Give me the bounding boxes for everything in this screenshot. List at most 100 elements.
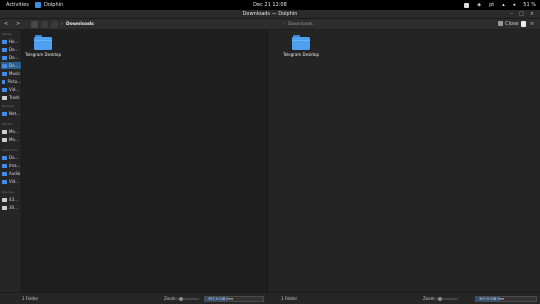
sidebar-item-device-1[interactable]: 43... bbox=[1, 196, 21, 203]
folder-icon bbox=[2, 171, 7, 176]
sidebar-item-downloads[interactable]: Do... bbox=[1, 62, 21, 69]
zoom-label: Zoom: bbox=[164, 296, 177, 301]
sidebar-item-label: Ho... bbox=[9, 39, 19, 44]
sidebar-item-device-2[interactable]: 30... bbox=[1, 204, 21, 211]
language-indicator[interactable]: pt bbox=[489, 0, 494, 10]
drive-icon bbox=[2, 197, 7, 202]
calendar-icon bbox=[2, 129, 7, 134]
file-item-telegram-desktop[interactable]: Telegram Desktop bbox=[23, 35, 63, 57]
back-button[interactable]: < bbox=[4, 21, 8, 28]
zoom-slider-handle[interactable] bbox=[438, 297, 442, 301]
clock[interactable]: Dec 21 12:08 bbox=[0, 0, 540, 10]
sidebar-item-label: Ima... bbox=[9, 163, 21, 168]
sidebar-item-search-audio[interactable]: Audio bbox=[1, 170, 21, 177]
sidebar-item-label: 30... bbox=[9, 205, 18, 210]
sidebar-item-trash[interactable]: Trash bbox=[1, 94, 21, 101]
folder-icon bbox=[2, 87, 7, 92]
system-top-bar: Activities Dolphin Dec 21 12:08 ◈ pt ▴ ◂… bbox=[0, 0, 540, 10]
free-space-text: 397,9 GiB free bbox=[208, 297, 234, 301]
free-space-indicator[interactable]: 397,9 GiB free bbox=[204, 296, 264, 302]
sidebar-item-modified-today[interactable]: Mo... bbox=[1, 128, 21, 135]
details-view-button[interactable] bbox=[51, 21, 58, 28]
icons-view-button[interactable] bbox=[31, 21, 38, 28]
file-item-telegram-desktop[interactable]: Telegram Desktop bbox=[281, 35, 321, 57]
split-icon bbox=[498, 21, 503, 26]
sidebar-item-music[interactable]: Music bbox=[1, 70, 21, 77]
zoom-slider[interactable] bbox=[177, 297, 199, 301]
folder-icon bbox=[2, 79, 6, 84]
sidebar-item-label: Vid... bbox=[9, 87, 20, 92]
sidebar-item-documents[interactable]: Do... bbox=[1, 54, 21, 61]
sidebar-header-remote: Remote bbox=[2, 104, 14, 108]
sidebar-item-modified-yesterday[interactable]: Mo... bbox=[1, 136, 21, 143]
folder-icon bbox=[2, 47, 7, 52]
sidebar-item-search-videos[interactable]: Vid... bbox=[1, 178, 21, 185]
forward-button[interactable]: > bbox=[16, 21, 20, 28]
sidebar-item-search-images[interactable]: Ima... bbox=[1, 162, 21, 169]
places-sidebar: Places Ho... De... Do... Do... Music Pic… bbox=[0, 30, 22, 292]
folder-icon bbox=[2, 179, 7, 184]
folder-icon bbox=[34, 35, 52, 50]
trash-icon bbox=[2, 95, 7, 100]
network-folder-icon bbox=[2, 111, 7, 116]
sidebar-header-search: Search For bbox=[2, 148, 18, 152]
wifi-icon[interactable]: ◈ bbox=[477, 0, 481, 10]
sidebar-item-home[interactable]: Ho... bbox=[1, 38, 21, 45]
file-name: Telegram Desktop bbox=[282, 52, 320, 57]
zoom-slider[interactable] bbox=[436, 297, 458, 301]
sidebar-item-label: Pictu... bbox=[7, 79, 21, 84]
folder-icon bbox=[2, 163, 7, 168]
sidebar-item-pictures[interactable]: Pictu... bbox=[1, 78, 21, 85]
free-space-indicator[interactable]: 397,9 GiB free bbox=[475, 296, 537, 302]
maximize-button[interactable]: □ bbox=[519, 10, 524, 19]
left-breadcrumb[interactable]: Downloads bbox=[66, 21, 94, 28]
sidebar-item-label: Do... bbox=[9, 55, 19, 60]
breadcrumb-arrow-icon: › bbox=[283, 21, 285, 27]
right-breadcrumb[interactable]: Downloads bbox=[288, 21, 313, 28]
window-title: Downloads — Dolphin bbox=[242, 11, 298, 17]
file-name: Telegram Desktop bbox=[24, 52, 62, 57]
free-space-text: 397,9 GiB free bbox=[479, 297, 505, 301]
right-file-pane[interactable]: Telegram Desktop bbox=[268, 30, 540, 292]
battery-indicator[interactable]: 51 % bbox=[523, 0, 536, 10]
sidebar-header-devices: Devices bbox=[2, 190, 14, 194]
sidebar-header-recent: Recent bbox=[2, 122, 13, 126]
system-tray: ◈ pt ▴ ◂ 51 % bbox=[464, 0, 536, 10]
sidebar-header-places: Places bbox=[2, 32, 12, 36]
folder-icon bbox=[2, 63, 7, 68]
calendar-icon bbox=[2, 137, 7, 142]
right-status-bar: 1 Folder Zoom: 397,9 GiB free bbox=[268, 292, 540, 304]
breadcrumb-arrow-icon: › bbox=[61, 21, 63, 27]
copy-icon[interactable] bbox=[521, 21, 526, 27]
minimize-button[interactable]: – bbox=[511, 10, 514, 19]
sidebar-item-label: Net... bbox=[9, 111, 20, 116]
tray-app-icon[interactable] bbox=[464, 2, 470, 8]
sidebar-item-desktop[interactable]: De... bbox=[1, 46, 21, 53]
zoom-slider-handle[interactable] bbox=[179, 297, 183, 301]
menu-icon[interactable]: ≡ bbox=[530, 21, 534, 28]
sidebar-item-label: Mo... bbox=[9, 137, 19, 142]
close-window-button[interactable]: × bbox=[530, 10, 534, 19]
sidebar-item-label: Audio bbox=[9, 171, 21, 176]
sidebar-item-label: Vid... bbox=[9, 179, 20, 184]
item-count: 1 Folder bbox=[281, 296, 298, 301]
sidebar-item-network[interactable]: Net... bbox=[1, 110, 21, 117]
left-file-pane[interactable]: Telegram Desktop bbox=[23, 30, 267, 292]
folder-icon bbox=[292, 35, 310, 50]
window-controls: – □ × bbox=[511, 10, 534, 19]
volume-icon[interactable]: ◂ bbox=[513, 0, 516, 10]
sidebar-item-videos[interactable]: Vid... bbox=[1, 86, 21, 93]
window-titlebar[interactable]: Downloads — Dolphin – □ × bbox=[0, 10, 540, 19]
folder-icon bbox=[2, 71, 7, 76]
sidebar-item-label: Do... bbox=[9, 155, 19, 160]
close-split-button[interactable]: Close bbox=[498, 21, 519, 28]
compact-view-button[interactable] bbox=[41, 21, 48, 28]
zoom-label: Zoom: bbox=[423, 296, 436, 301]
sidebar-item-label: Music bbox=[9, 71, 21, 76]
network-icon[interactable]: ▴ bbox=[502, 0, 505, 10]
sidebar-item-search-documents[interactable]: Do... bbox=[1, 154, 21, 161]
sidebar-item-label: 43... bbox=[9, 197, 18, 202]
folder-icon bbox=[2, 155, 7, 160]
folder-icon bbox=[2, 55, 7, 60]
sidebar-item-label: Mo... bbox=[9, 129, 19, 134]
